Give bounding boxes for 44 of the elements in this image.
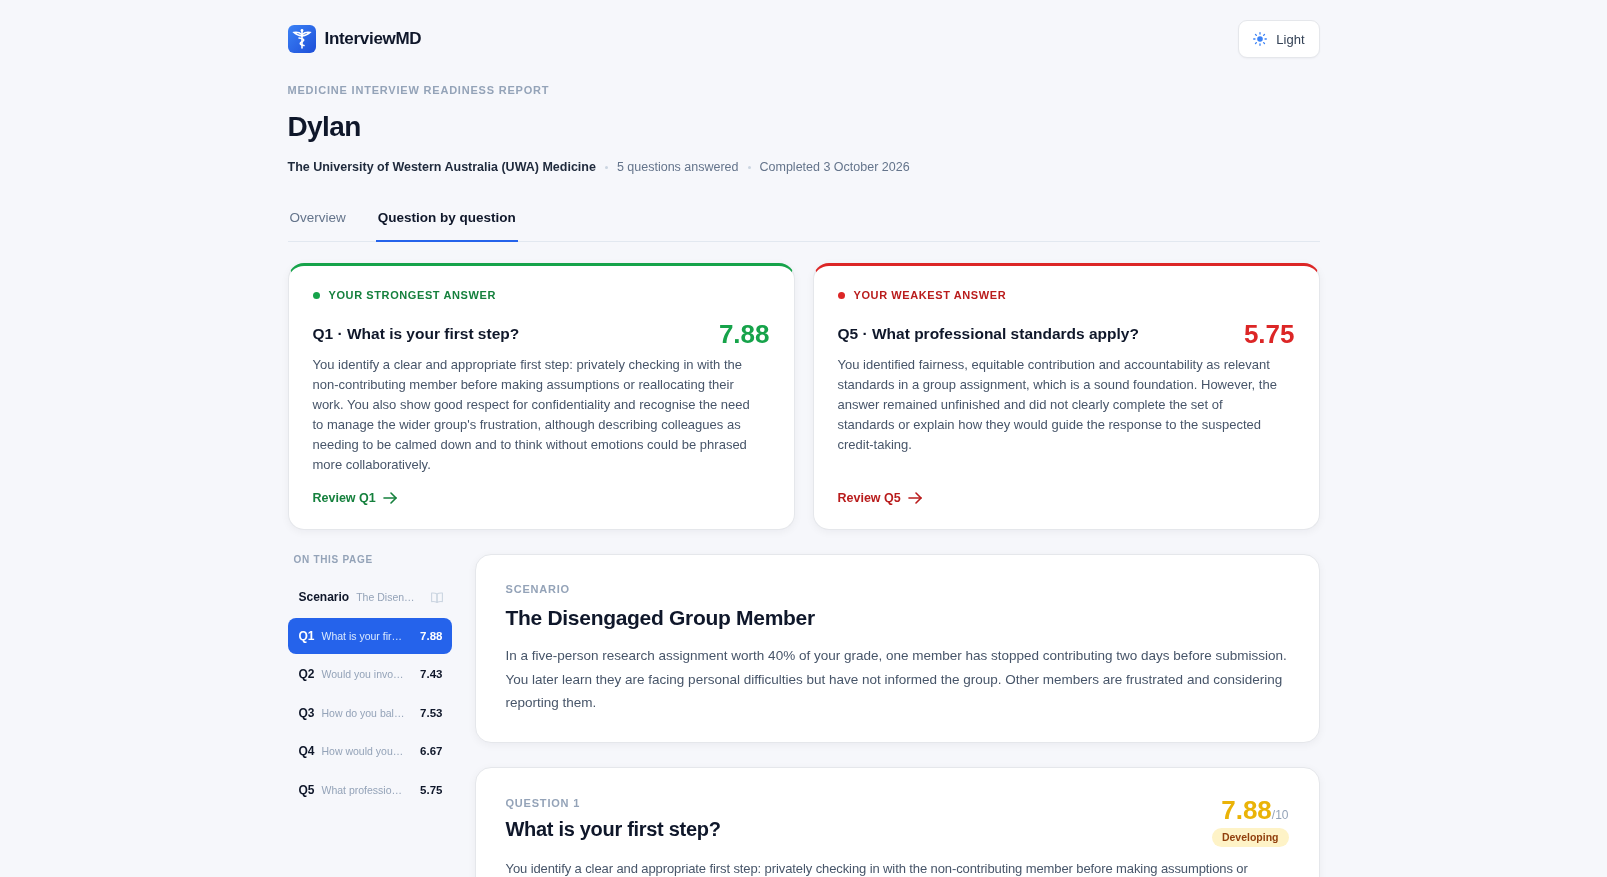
arrow-right-icon [382, 492, 397, 504]
sidebar-item[interactable]: Q2 Would you invo… 7.43 [287, 656, 452, 692]
section-label: SCENARIO [505, 582, 571, 596]
brand-name: InterviewMD [324, 29, 422, 49]
summary-text: You identified fairness, equitable contribution and accountability as relevant standards in a group assignment, which is a sound foundation. However, the answer remained unfinished and did not clearly complete the set of standards or explain how they would guide the response to the suspected credit-taking. [837, 356, 1278, 454]
separator-dot-icon [604, 165, 608, 169]
score-value: 7.88 [718, 319, 770, 349]
score-value: 5.75 [1243, 319, 1295, 349]
separator-dot-icon [747, 165, 751, 169]
review-link[interactable]: Review Q5 [837, 490, 922, 506]
tab[interactable]: Question by question [375, 209, 518, 242]
rating-badge: Developing [1211, 827, 1289, 847]
sidebar-item[interactable]: Q4 How would you… 6.67 [287, 733, 452, 769]
review-link[interactable]: Review Q1 [312, 490, 397, 506]
question-title: Q1 · What is your first step? [312, 325, 520, 343]
tab[interactable]: Overview [287, 209, 348, 242]
scenario-text: In a five-person research assignment worth 40% of your grade, one member has stopped contributing two days before submission. You later learn they are facing personal difficulties but have not informed the group. Other members are frustrated and considering reporting them. [505, 647, 1288, 712]
score-value: 7.88 [1221, 795, 1272, 824]
question-title: Q5 · What professional standards apply? [837, 325, 1139, 343]
section-label: QUESTION 1 [505, 795, 582, 810]
meta-text: 5 questions answered [616, 159, 739, 175]
candidate-name: Dylan [287, 110, 362, 144]
open-book-icon [430, 591, 443, 603]
caduceus-logo-icon [287, 25, 316, 53]
sidebar-item[interactable]: Q1 What is your fir… 7.88 [287, 617, 452, 654]
report-eyebrow: MEDICINE INTERVIEW READINESS REPORT [287, 83, 551, 97]
answer-text: You identify a clear and appropriate first step: privately checking in with the non-contributing member before making assumptions or [505, 859, 1249, 877]
sidebar-item[interactable]: Q5 What professio… 5.75 [287, 771, 452, 808]
summary-text: You identify a clear and appropriate first step: privately checking in with the non-contributing member before making assumptions or reallocating their work. You also show good respect for confidentiality and recognise the need to manage the wider group's frustration, although describing colleagues as needing to be calmed down and to think without emotions could be phrased more collaboratively. [312, 356, 751, 474]
sidebar-item[interactable]: Scenario The Disen… [287, 579, 452, 615]
score-max: /10 [1271, 807, 1289, 822]
status-dot-icon [312, 291, 320, 299]
meta-text: Completed 3 October 2026 [759, 159, 910, 175]
theme-toggle-button[interactable]: Light [1238, 20, 1320, 58]
sun-icon [1253, 32, 1268, 46]
status-dot-icon [837, 291, 845, 299]
scenario-title: The Disengaged Group Member [505, 605, 816, 631]
card-label: YOUR STRONGEST ANSWER [328, 288, 496, 302]
question-title: What is your first step? [505, 816, 721, 841]
arrow-right-icon [907, 492, 922, 504]
card-label: YOUR WEAKEST ANSWER [853, 288, 1007, 302]
sidebar-item[interactable]: Q3 How do you bal… 7.53 [287, 694, 452, 731]
meta-text: The University of Western Australia (UWA) Medicine [287, 159, 596, 175]
sidebar-title: ON THIS PAGE [292, 554, 374, 566]
